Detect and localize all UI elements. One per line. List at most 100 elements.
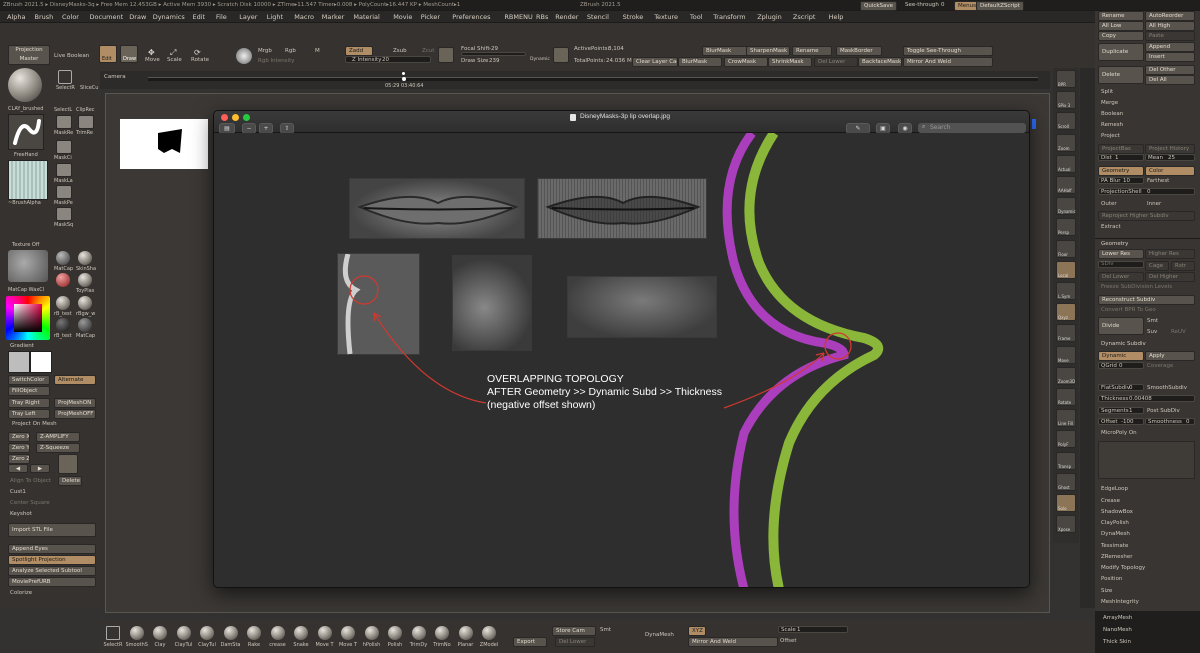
del-lower-top-button[interactable]: Del Lower: [814, 57, 858, 67]
tessimate-item[interactable]: Tessimate: [1101, 543, 1128, 549]
smt-toggle[interactable]: Smt: [1147, 318, 1158, 324]
menu-transform[interactable]: Transform: [710, 12, 748, 22]
shrink-mask-button[interactable]: ShrinkMask: [768, 57, 812, 67]
alpha-icon[interactable]: [8, 160, 48, 200]
dock-polyf-button[interactable]: PolyF: [1056, 430, 1076, 449]
brush-snake-8[interactable]: Snake: [290, 624, 312, 652]
qgrid-slider[interactable]: QGrid 0: [1098, 362, 1144, 369]
color-picker-square[interactable]: [14, 304, 42, 332]
dock-aahalf-button[interactable]: AAHalf: [1056, 176, 1076, 194]
timeline-track[interactable]: [148, 77, 1038, 81]
offset-slider[interactable]: Offset -100: [1098, 418, 1144, 425]
dynamic-button[interactable]: Dynamic: [1098, 351, 1144, 361]
menu-texture[interactable]: Texture: [651, 12, 681, 22]
menu-stencil[interactable]: Stencil: [584, 12, 612, 22]
draw-size-value[interactable]: 239: [489, 58, 500, 64]
subtool-rename-button[interactable]: Rename: [1098, 11, 1144, 21]
material-preview-icon[interactable]: [8, 250, 48, 282]
color-picker-wheel[interactable]: [6, 296, 50, 340]
copy-button[interactable]: Copy: [1098, 31, 1144, 41]
dock-frame-button[interactable]: Frame: [1056, 324, 1076, 343]
menu-document[interactable]: Document: [87, 12, 127, 22]
draw-button[interactable]: Draw: [120, 45, 138, 63]
mask-square-icon[interactable]: [56, 207, 72, 221]
smooth-subdiv-label[interactable]: SmoothSubdiv: [1147, 385, 1187, 391]
proj-mesh-off-button[interactable]: ProjMeshOFF: [54, 409, 96, 419]
menu-material[interactable]: Material: [350, 12, 382, 22]
zsub-button[interactable]: Zsub: [393, 48, 407, 54]
menu-layer[interactable]: Layer: [236, 12, 260, 22]
menu-draw[interactable]: Draw: [126, 12, 149, 22]
mask-rect-icon[interactable]: [56, 115, 72, 129]
switch-color-button[interactable]: SwitchColor: [8, 375, 50, 385]
project-color-button[interactable]: Color: [1145, 166, 1195, 176]
reconstruct-subdiv-button[interactable]: Reconstruct Subdiv: [1098, 295, 1195, 305]
dock-actual-button[interactable]: Actual: [1056, 154, 1076, 173]
zero-x-button[interactable]: Zero X: [8, 432, 30, 442]
cage-button[interactable]: Cage: [1145, 261, 1169, 271]
del-lower-button[interactable]: Del Lower: [1098, 272, 1144, 282]
select-rect-icon[interactable]: [58, 70, 72, 84]
del-all-button[interactable]: Del All: [1145, 75, 1195, 85]
convert-bpr-item[interactable]: Convert BPR To Geo: [1101, 307, 1156, 313]
mrgb-button[interactable]: Mrgb: [258, 48, 272, 54]
micropoly-label[interactable]: MicroPoly On: [1101, 430, 1137, 436]
mirror-and-weld-bottom-button[interactable]: Mirror And Weld: [688, 637, 778, 647]
toggle-see-through-button[interactable]: Toggle See-Through: [903, 46, 993, 56]
position-item[interactable]: Position: [1101, 576, 1122, 582]
lower-res-button[interactable]: Lower Res: [1098, 249, 1144, 259]
apply-button[interactable]: Apply: [1145, 351, 1195, 361]
thick-skin-item[interactable]: Thick Skin: [1103, 639, 1131, 645]
crow-mask-button[interactable]: CrowMask: [724, 57, 768, 67]
tray-left-button[interactable]: Tray Left: [8, 409, 50, 419]
project-bas-button[interactable]: ProjectBas: [1098, 144, 1144, 154]
import-stl-button[interactable]: Import STL File: [8, 523, 96, 537]
store-cam-button[interactable]: Store Cam: [552, 626, 596, 636]
menu-dynamics[interactable]: Dynamics: [150, 12, 188, 22]
dark-matcap-sphere-icon[interactable]: [56, 318, 70, 332]
rstr-button[interactable]: Rstr: [1171, 261, 1195, 271]
reproject-higher-button[interactable]: Reproject Higher Subdiv: [1098, 211, 1195, 221]
dock-line-fill-button[interactable]: Line Fill: [1056, 409, 1076, 428]
post-subdiv-label[interactable]: Post SubDiv: [1147, 408, 1180, 414]
coverage-label[interactable]: Coverage: [1147, 363, 1173, 369]
fill-object-button[interactable]: FillObject: [8, 386, 50, 396]
all-low-button[interactable]: All Low: [1098, 21, 1144, 31]
next-arrow-button[interactable]: ▶: [30, 464, 50, 473]
dock-solo-button[interactable]: Solo: [1056, 494, 1076, 512]
red-material-sphere-icon[interactable]: [56, 273, 70, 287]
menu-file[interactable]: File: [213, 12, 230, 22]
project-history-button[interactable]: Project History: [1145, 144, 1195, 154]
dock-transp-button[interactable]: Transp: [1056, 451, 1076, 470]
xyz-button[interactable]: XYZ: [688, 626, 706, 636]
spotlight-projection-button[interactable]: Spotlight Projection: [8, 555, 96, 565]
pa-blur-slider[interactable]: PA Blur 10: [1098, 177, 1144, 184]
projection-master-button[interactable]: Projection Master: [8, 45, 50, 65]
brush-zmodel-16[interactable]: ZModel: [478, 624, 500, 652]
brush-clay-2[interactable]: Clay: [149, 624, 171, 652]
zremesher-item[interactable]: ZRemesher: [1101, 554, 1132, 560]
center-square-label[interactable]: Center Square: [10, 500, 50, 506]
menu-tool[interactable]: Tool: [687, 12, 706, 22]
smt-bottom-toggle[interactable]: Smt: [600, 627, 611, 633]
zero-z-button[interactable]: Zero Z: [8, 454, 30, 464]
trim-rect-icon[interactable]: [78, 115, 94, 129]
dock-zoom3d-button[interactable]: Zoom3D: [1056, 366, 1076, 385]
scale-button[interactable]: Scale ⤢: [166, 47, 182, 63]
dock-xpose-button[interactable]: Xpose: [1056, 515, 1076, 534]
mask-border-button[interactable]: MaskBorder: [836, 46, 882, 56]
project-on-mesh-label[interactable]: Project On Mesh: [12, 421, 57, 427]
dock-dynamic-button[interactable]: Dynamic: [1056, 197, 1076, 216]
append-eyes-button[interactable]: Append Eyes: [8, 544, 96, 554]
project-geometry-button[interactable]: Geometry: [1098, 166, 1144, 176]
matcap-sphere-icon[interactable]: [56, 251, 70, 265]
prev-arrow-button[interactable]: ◀: [8, 464, 28, 473]
edge-loop-item[interactable]: EdgeLoop: [1101, 486, 1128, 492]
brush-trimdy-13[interactable]: TrimDy: [408, 624, 430, 652]
secondary-color-swatch[interactable]: [8, 351, 30, 373]
brush-smoothstandar-1[interactable]: SmoothStandar: [126, 624, 148, 652]
extract-item[interactable]: Extract: [1101, 224, 1121, 230]
menu-brush[interactable]: Brush: [32, 12, 57, 22]
remesh-item[interactable]: Remesh: [1101, 122, 1123, 128]
offset-bottom-label[interactable]: Offset: [780, 638, 797, 644]
